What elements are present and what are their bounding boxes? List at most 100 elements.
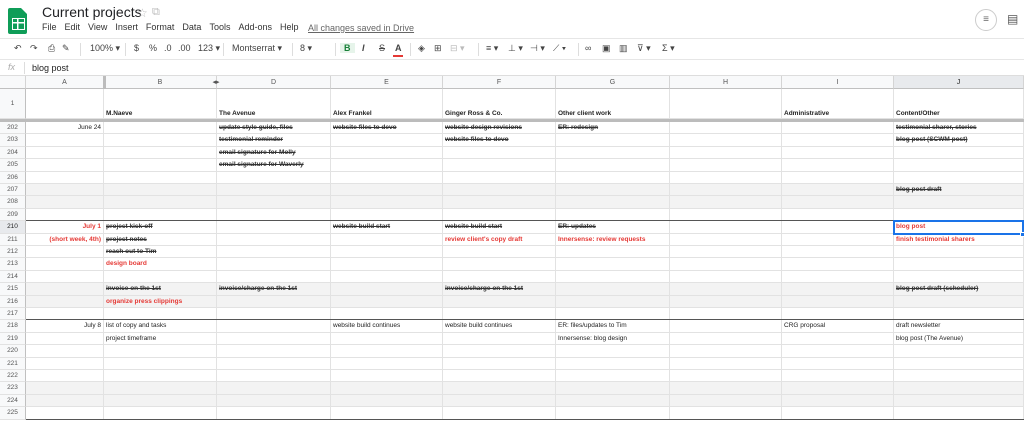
star-icon[interactable]: ☆ <box>137 6 148 20</box>
comments-icon[interactable]: ▤ <box>1007 12 1018 26</box>
menu-tools[interactable]: Tools <box>209 22 230 32</box>
font-select[interactable]: Montserrat ▾ <box>232 43 282 54</box>
insert-chart-icon[interactable]: ▥ <box>619 43 628 54</box>
grid-cell[interactable] <box>26 184 104 197</box>
grid-cell[interactable] <box>556 146 670 160</box>
grid-cell[interactable] <box>217 258 331 271</box>
grid-cell[interactable] <box>331 345 443 358</box>
grid-cell[interactable] <box>670 246 782 259</box>
grid-cell[interactable]: ER: updates <box>556 221 670 234</box>
grid-cell[interactable]: Innersense: review requests <box>556 233 670 246</box>
row-header[interactable]: 218 <box>0 320 26 333</box>
grid-cell[interactable] <box>26 382 104 395</box>
row-header[interactable]: 202 <box>0 122 26 135</box>
comment-history-icon[interactable]: ≡ <box>975 9 997 31</box>
align-vertical-icon[interactable]: ⊥ ▾ <box>508 43 523 54</box>
grid-cell[interactable] <box>894 171 1024 184</box>
grid-cell[interactable] <box>670 382 782 395</box>
grid-cell[interactable] <box>894 345 1024 358</box>
grid-cell[interactable] <box>556 171 670 184</box>
grid-cell[interactable] <box>104 184 217 197</box>
grid-cell[interactable] <box>104 196 217 209</box>
row-header[interactable]: 204 <box>0 146 26 160</box>
grid-cell[interactable] <box>217 382 331 395</box>
grid-cell[interactable] <box>331 270 443 284</box>
text-rotation-icon[interactable]: ⟋ ▾ <box>553 43 566 54</box>
grid-cell[interactable] <box>782 233 894 246</box>
grid-cell[interactable] <box>670 270 782 284</box>
grid-cell[interactable] <box>331 246 443 259</box>
grid-cell[interactable] <box>670 357 782 370</box>
grid-cell[interactable] <box>217 184 331 197</box>
grid-cell[interactable] <box>782 171 894 184</box>
grid-cell[interactable] <box>104 122 217 135</box>
grid-cell[interactable] <box>443 394 556 408</box>
document-title[interactable]: Current projects <box>42 4 142 20</box>
grid-cell[interactable] <box>331 357 443 370</box>
row-header[interactable]: 209 <box>0 208 26 222</box>
grid-cell[interactable] <box>894 270 1024 284</box>
grid-cell[interactable] <box>443 357 556 370</box>
column-header-e[interactable]: E <box>331 76 443 89</box>
grid-cell[interactable] <box>556 134 670 147</box>
grid-cell[interactable] <box>894 159 1024 172</box>
formula-input[interactable]: blog post <box>32 63 69 73</box>
grid-cell[interactable] <box>670 295 782 308</box>
grid-cell[interactable]: website build start <box>443 221 556 234</box>
grid-cell[interactable] <box>104 394 217 408</box>
grid-cell[interactable]: ER: redesign <box>556 122 670 135</box>
grid-cell[interactable]: CRG proposal <box>782 320 894 333</box>
menu-help[interactable]: Help <box>280 22 299 32</box>
grid-cell[interactable] <box>443 295 556 308</box>
grid-cell[interactable] <box>217 332 331 346</box>
column-title-cell[interactable]: M.Naeve <box>104 89 217 119</box>
grid-cell[interactable] <box>331 382 443 395</box>
grid-cell[interactable] <box>782 345 894 358</box>
grid-cell[interactable] <box>443 345 556 358</box>
grid-cell[interactable] <box>556 394 670 408</box>
grid-cell[interactable] <box>104 146 217 160</box>
grid-cell[interactable] <box>556 159 670 172</box>
filter-icon[interactable]: ⊽ ▾ <box>637 43 651 54</box>
grid-cell[interactable] <box>217 270 331 284</box>
grid-cell[interactable] <box>670 320 782 333</box>
grid-cell[interactable] <box>670 171 782 184</box>
grid-cell[interactable] <box>556 357 670 370</box>
menu-view[interactable]: View <box>88 22 107 32</box>
grid-cell[interactable] <box>443 370 556 383</box>
column-header-h[interactable]: H <box>670 76 782 89</box>
grid-cell[interactable] <box>894 196 1024 209</box>
grid-cell[interactable] <box>104 159 217 172</box>
grid-cell[interactable] <box>670 221 782 234</box>
column-header-j[interactable]: J <box>894 76 1024 89</box>
paint-format-icon[interactable]: ✎ <box>62 43 70 54</box>
grid-cell[interactable] <box>443 171 556 184</box>
grid-cell[interactable] <box>782 122 894 135</box>
grid-cell[interactable] <box>782 134 894 147</box>
decrease-decimal-button[interactable]: .0 <box>164 43 172 53</box>
grid-cell[interactable] <box>556 196 670 209</box>
row-header[interactable]: 213 <box>0 258 26 271</box>
row-header[interactable]: 1 <box>0 89 26 119</box>
grid-cell[interactable] <box>26 295 104 308</box>
grid-cell[interactable]: project notes <box>104 233 217 246</box>
grid-cell[interactable]: project timeframe <box>104 332 217 346</box>
grid-cell[interactable]: blog post draft <box>894 184 1024 197</box>
grid-cell[interactable]: website build continues <box>331 320 443 333</box>
grid-cell[interactable]: list of copy and tasks <box>104 320 217 333</box>
grid-cell[interactable] <box>26 134 104 147</box>
freeze-column-divider[interactable] <box>103 76 106 89</box>
grid-cell[interactable] <box>782 184 894 197</box>
row-header[interactable]: 208 <box>0 196 26 209</box>
row-header[interactable]: 210 <box>0 221 26 234</box>
grid-cell[interactable]: project kick-off <box>104 221 217 234</box>
grid-cell[interactable] <box>443 196 556 209</box>
grid-cell[interactable] <box>104 370 217 383</box>
grid-cell[interactable] <box>331 184 443 197</box>
grid-cell[interactable] <box>782 159 894 172</box>
grid-cell[interactable] <box>782 382 894 395</box>
functions-icon[interactable]: Σ ▾ <box>662 43 675 54</box>
row-header[interactable]: 206 <box>0 171 26 184</box>
grid-cell[interactable] <box>556 270 670 284</box>
grid-cell[interactable] <box>217 246 331 259</box>
